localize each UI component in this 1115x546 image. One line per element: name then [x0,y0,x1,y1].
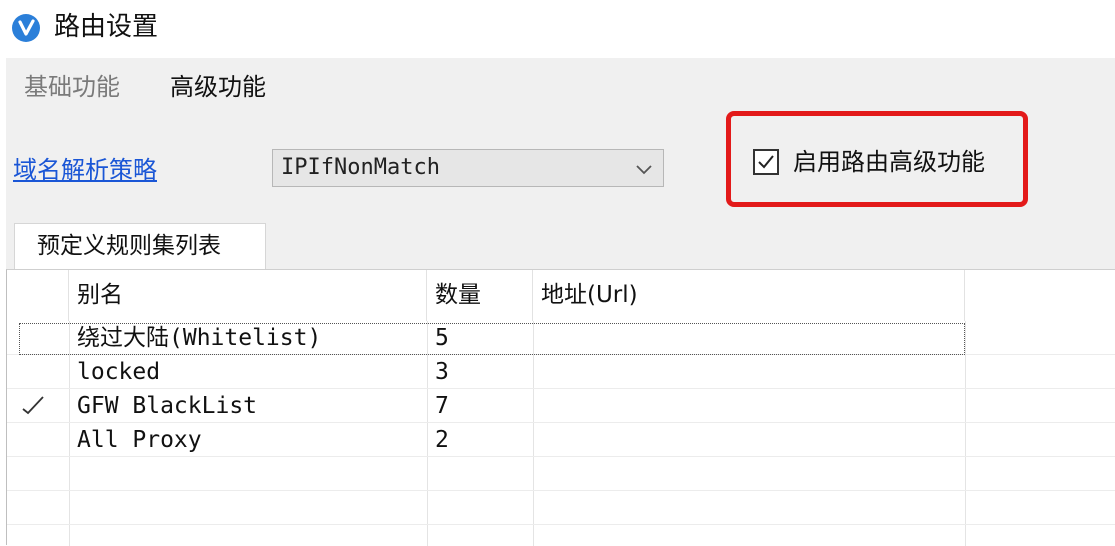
header-mark [7,270,69,321]
enable-advanced-routing-label: 启用路由高级功能 [793,148,985,176]
row-alias: All Proxy [77,427,202,453]
row-alias: GFW BlackList [77,393,258,419]
row-mark [7,389,69,423]
header-count[interactable]: 数量 [427,270,533,321]
header-alias[interactable]: 别名 [69,270,427,321]
row-mark [7,423,69,457]
checkbox-box[interactable] [753,149,779,175]
checkmark-icon [22,396,44,415]
row-url [533,355,965,389]
row-focus-indicator [19,323,965,355]
row-count: 7 [435,393,449,419]
row-count: 2 [435,427,449,453]
table-row-empty [7,491,1115,525]
title-bar: 路由设置 [0,0,1115,58]
row-mark [7,355,69,389]
chevron-down-icon [635,161,653,180]
row-alias: locked [77,359,161,385]
tab-predefined-rules-label: 预定义规则集列表 [37,233,221,259]
dns-strategy-value: IPIfNonMatch [281,155,440,180]
dns-strategy-select[interactable]: IPIfNonMatch [272,149,664,187]
row-url [533,423,965,457]
table-row[interactable]: All Proxy 2 [7,423,1115,457]
checkmark-icon [758,155,774,169]
dns-strategy-link[interactable]: 域名解析策略 [13,154,157,186]
tab-predefined-rules[interactable]: 预定义规则集列表 [14,223,266,269]
table-row[interactable]: GFW BlackList 7 [7,389,1115,423]
row-url [533,389,965,423]
header-url[interactable]: 地址(Url) [533,270,965,321]
table-row[interactable]: locked 3 [7,355,1115,389]
table-row-empty [7,457,1115,491]
row-count: 3 [435,359,449,385]
tab-advanced-features[interactable]: 高级功能 [170,70,266,104]
tab-basic-features[interactable]: 基础功能 [24,70,120,104]
v-logo-icon [12,14,40,42]
rules-table: 别名 数量 地址(Url) 绕过大陆(Whitelist) 5 locked 3… [6,269,1115,546]
window-title: 路由设置 [54,12,159,42]
